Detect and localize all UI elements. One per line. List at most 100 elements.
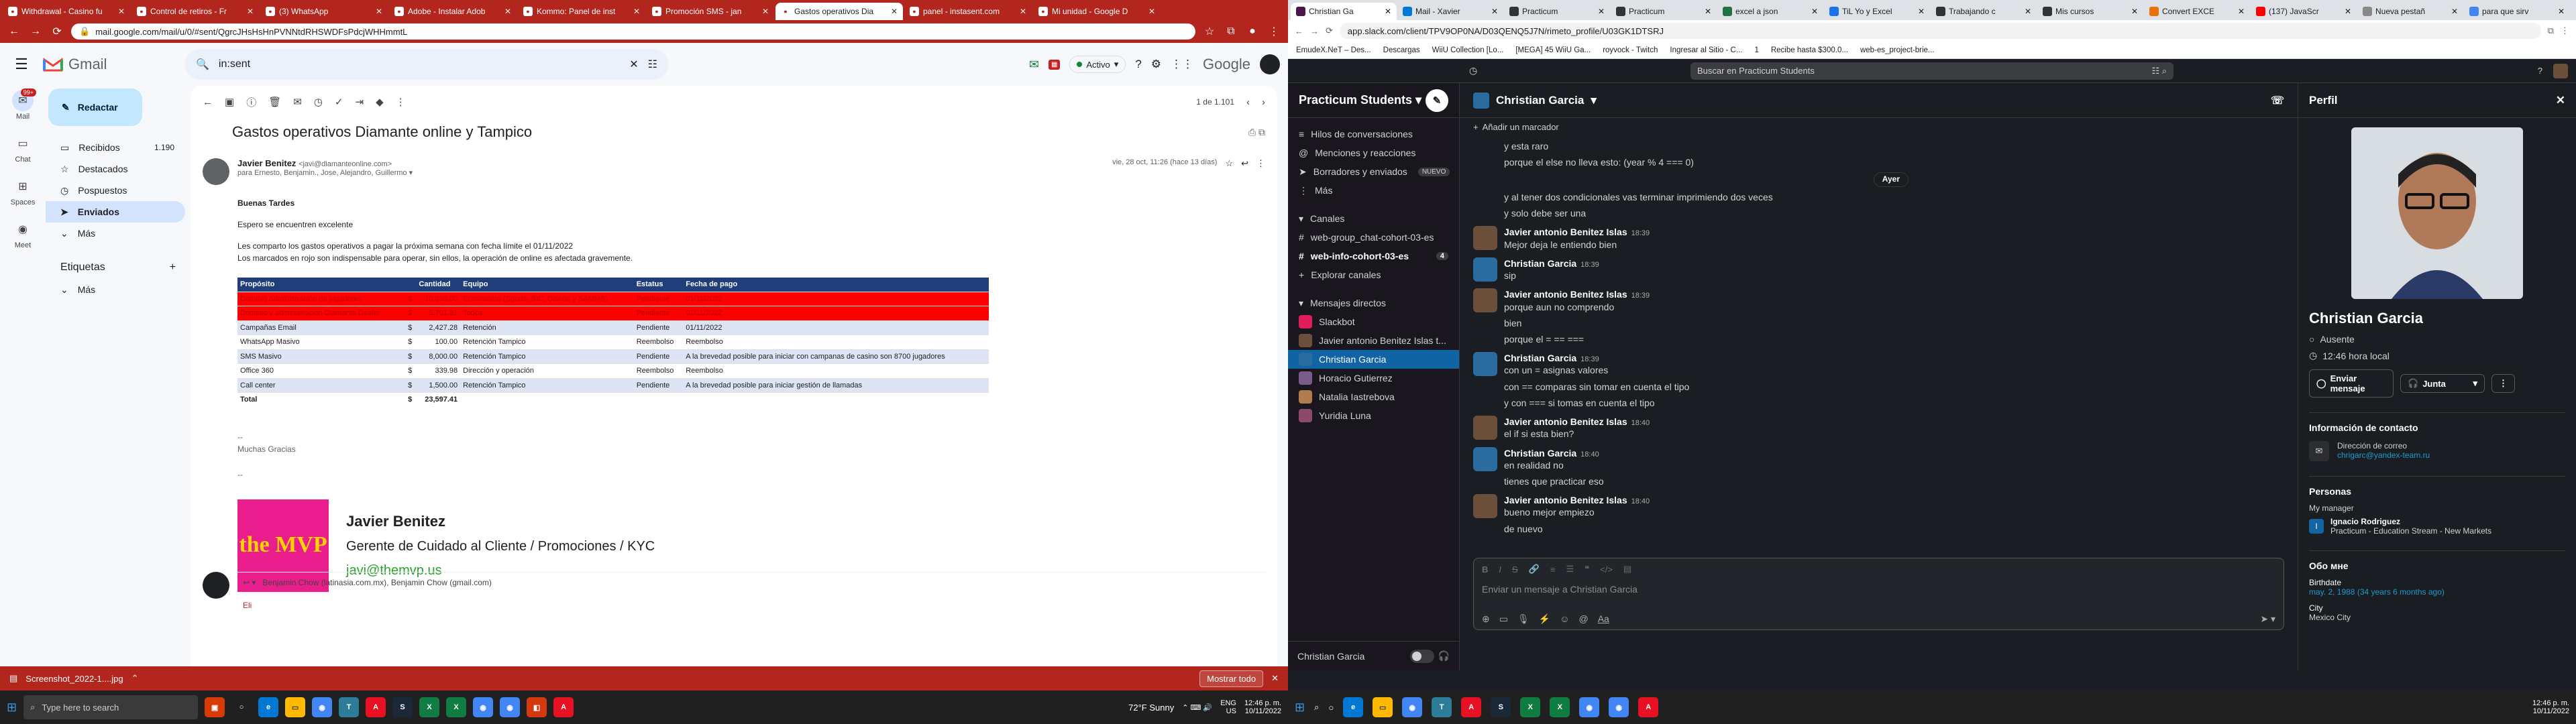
close-tab-icon[interactable]: ✕ <box>247 7 254 16</box>
excel-2-icon[interactable]: X <box>446 697 467 717</box>
more-options-button[interactable]: ⋮ <box>2491 374 2515 393</box>
message-author[interactable]: Javier antonio Benitez Islas <box>1504 227 1627 237</box>
close-tab-icon[interactable]: ✕ <box>1491 7 1498 16</box>
url-input[interactable]: 🔒 mail.google.com/mail/u/0/#sent/QgrcJHs… <box>71 23 1195 40</box>
nav-item[interactable]: ◷ Pospuestos <box>46 180 185 201</box>
gmail-logo[interactable]: Gmail <box>43 56 177 73</box>
hamburger-menu-icon[interactable]: ☰ <box>8 56 35 73</box>
close-tab-icon[interactable]: ✕ <box>118 7 125 16</box>
channel-title[interactable]: Christian Garcia <box>1496 94 1584 107</box>
edge-icon[interactable]: e <box>1343 697 1364 717</box>
footer-user[interactable]: Christian Garcia <box>1297 651 1364 662</box>
close-icon[interactable]: ✕ <box>2556 94 2565 107</box>
chevron-up-icon[interactable]: ⌃ <box>131 673 139 684</box>
chrome-3-icon[interactable]: ◉ <box>500 697 521 717</box>
back-icon[interactable]: ← <box>7 25 21 38</box>
calendar-extension-icon[interactable]: ▦ <box>1048 59 1061 70</box>
dm-item[interactable]: Yuridia Luna <box>1288 406 1459 425</box>
browser-tab[interactable]: Trabajando c ✕ <box>1931 3 2037 20</box>
message-avatar[interactable] <box>1473 352 1497 377</box>
close-tab-icon[interactable]: ✕ <box>1020 7 1026 16</box>
bookmark-item[interactable]: royvock - Twitch <box>1603 46 1658 54</box>
search-filter-icon[interactable]: ☷ ⌕ <box>2151 66 2167 76</box>
quote-icon[interactable]: ❝ <box>1585 564 1589 575</box>
browser-tab[interactable]: Mis cursos ✕ <box>2037 3 2143 20</box>
message-avatar[interactable] <box>1473 446 1497 471</box>
extensions-icon[interactable]: ⧉ <box>1224 25 1238 38</box>
menu-icon[interactable]: ⋮ <box>1267 25 1281 38</box>
chrome-icon[interactable]: ◉ <box>312 697 333 717</box>
mail-search-box[interactable]: 🔍 in:sent ✕ ☷ <box>185 49 668 80</box>
code-block-icon[interactable]: ▤ <box>1623 564 1631 575</box>
browser-tab[interactable]: Mail - Xavier ✕ <box>1397 3 1503 20</box>
close-tab-icon[interactable]: ✕ <box>2131 7 2138 16</box>
steam-icon[interactable]: S <box>1491 697 1511 717</box>
nav-item[interactable]: ➤ Enviados <box>46 201 185 223</box>
message-author[interactable]: Christian Garcia <box>1504 258 1576 269</box>
user-avatar[interactable] <box>2553 63 2568 78</box>
menu-icon[interactable]: ⋮ <box>2561 25 2569 36</box>
reload-icon[interactable]: ⟳ <box>50 25 64 38</box>
rail-meet[interactable]: ◉ Meet <box>12 219 34 249</box>
clock-date[interactable]: 10/11/2022 <box>1244 707 1281 715</box>
pinned-app-icon[interactable]: ▣ <box>205 697 225 717</box>
close-tab-icon[interactable]: ✕ <box>2025 7 2031 16</box>
message-avatar[interactable] <box>1473 226 1497 251</box>
bookmark-item[interactable]: WiiU Collection [Lo... <box>1432 46 1504 54</box>
message-author[interactable]: Javier antonio Benitez Islas <box>1504 289 1627 300</box>
slack-url-input[interactable]: app.slack.com/client/TPV9OP0NA/D03QENQ5J… <box>1339 23 2541 39</box>
browser-tab[interactable]: (137) JavaScr ✕ <box>2251 3 2357 20</box>
back-icon[interactable]: ← <box>1295 26 1303 36</box>
windows-start-icon[interactable]: ⊞ <box>1295 701 1305 715</box>
browser-tab[interactable]: ● Mi unidad - Google D ✕ <box>1033 3 1161 20</box>
close-tab-icon[interactable]: ✕ <box>891 7 898 16</box>
show-all-button[interactable]: Mostrar todo <box>1199 670 1264 687</box>
close-tab-icon[interactable]: ✕ <box>1148 7 1155 16</box>
browser-tab[interactable]: ● Withdrawal - Casino fu ✕ <box>3 3 130 20</box>
channel-item[interactable]: # web-group_chat-cohort-03-es <box>1288 228 1459 247</box>
workspace-header[interactable]: Practicum Students ▾ ✎ <box>1288 83 1459 118</box>
close-tab-icon[interactable]: ✕ <box>1811 7 1818 16</box>
meet-status-icon[interactable]: ✉ <box>1029 58 1039 72</box>
mention-icon[interactable]: @ <box>1578 613 1588 624</box>
search-icon[interactable]: 🔍 <box>196 58 209 71</box>
sidebar-nav-item[interactable]: @ Menciones y reacciones <box>1288 143 1459 162</box>
message-time[interactable]: 18:39 <box>1580 261 1599 269</box>
teams-icon[interactable]: T <box>339 697 360 717</box>
chrome-2-icon[interactable]: ◉ <box>473 697 494 717</box>
call-icon[interactable]: ☏ <box>2271 94 2284 107</box>
browser-tab[interactable]: Practicum ✕ <box>1504 3 1610 20</box>
excel-2-icon[interactable]: X <box>1550 697 1570 717</box>
close-tab-icon[interactable]: ✕ <box>2451 7 2458 16</box>
bookmark-item[interactable]: Recibe hasta $300.0... <box>1771 46 1848 54</box>
compose-button[interactable]: ✎ Redactar <box>48 88 142 126</box>
tray-icons[interactable]: ⌃ ⌨ 🔊 <box>1182 703 1212 712</box>
excel-icon[interactable]: X <box>419 697 440 717</box>
recipients[interactable]: para Ernesto, Benjamin., Jose, Alejandro… <box>237 169 407 177</box>
chrome-icon[interactable]: ◉ <box>1402 697 1423 717</box>
shortcut-icon[interactable]: ⚡ <box>1539 613 1550 625</box>
video-icon[interactable]: ▭ <box>1499 613 1508 625</box>
browser-tab[interactable]: ● (3) WhatsApp ✕ <box>260 3 388 20</box>
close-tab-icon[interactable]: ✕ <box>633 7 640 16</box>
help-icon[interactable]: ? <box>2538 66 2542 76</box>
teams-icon[interactable]: T <box>1432 697 1452 717</box>
huddle-toggle[interactable] <box>1409 649 1434 663</box>
clock-time-right[interactable]: 12:46 p. m. <box>2532 699 2569 707</box>
close-tab-icon[interactable]: ✕ <box>1705 7 1711 16</box>
windows-start-icon[interactable]: ⊞ <box>7 701 17 715</box>
browser-tab[interactable]: Practicum ✕ <box>1611 3 1717 20</box>
dm-header[interactable]: ▾ Mensajes directos <box>1288 294 1459 312</box>
clock-time[interactable]: 12:46 p. m. <box>1244 699 1281 707</box>
settings-gear-icon[interactable]: ⚙ <box>1151 58 1161 71</box>
message-time[interactable]: 18:39 <box>1580 355 1599 363</box>
google-label[interactable]: Google <box>1203 56 1250 73</box>
weather-widget[interactable]: 72°F Sunny <box>1128 703 1174 713</box>
manager-avatar[interactable]: I <box>2309 519 2324 534</box>
acrobat-2-icon[interactable]: A <box>553 697 574 717</box>
clock-date-right[interactable]: 10/11/2022 <box>2532 707 2569 715</box>
reply-recipients[interactable]: Benjamin Chow (latinasia.com.mx), Benjam… <box>262 578 491 587</box>
search-icon[interactable]: ⌕ <box>1314 702 1319 713</box>
steam-icon[interactable]: S <box>392 697 413 717</box>
attach-plus-icon[interactable]: ⊕ <box>1482 613 1490 625</box>
